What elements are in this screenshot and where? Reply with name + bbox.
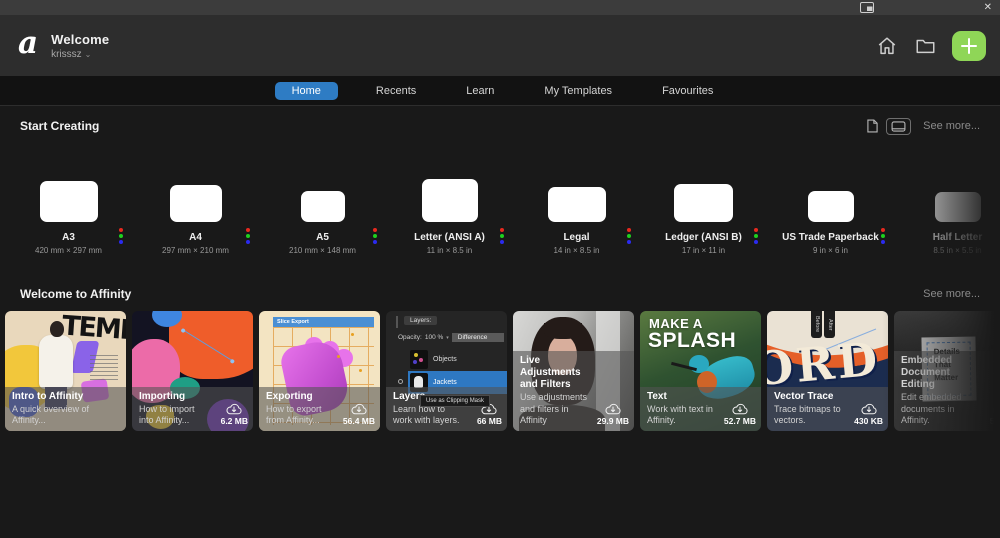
- card-vector-trace[interactable]: ORD Before After Vector Trace Trace bitm…: [767, 311, 888, 431]
- rgb-profile-dots: [881, 228, 885, 244]
- preset-a5[interactable]: A5 210 mm × 148 mm: [259, 166, 386, 270]
- layers-panel-label: Layers:: [404, 316, 437, 325]
- preset-a4[interactable]: A4 297 mm × 210 mm: [132, 166, 259, 270]
- after-tab: After: [824, 311, 835, 338]
- poster-headline: TEMP: [61, 311, 126, 347]
- welcome-header: Welcome to Affinity See more...: [20, 284, 980, 304]
- preset-thumbnail: [548, 187, 606, 222]
- preset-thumbnail: [301, 191, 345, 222]
- card-live-adjustments[interactable]: Live Adjustments and Filters Use adjustm…: [513, 311, 634, 431]
- preset-legal[interactable]: Legal 14 in × 8.5 in: [513, 166, 640, 270]
- preset-thumbnail: [40, 181, 98, 222]
- titlebar: ✕: [0, 0, 1000, 15]
- preset-thumbnail: [422, 179, 478, 222]
- slice-export-bar: Slice Export: [273, 317, 374, 327]
- download-badge[interactable]: 6.2 MB: [221, 402, 248, 426]
- preset-half-letter[interactable]: Half Letter 8.5 in × 5.5 in: [894, 166, 1000, 270]
- download-badge[interactable]: 5 MB: [990, 402, 1000, 426]
- page-title: Welcome: [51, 32, 109, 47]
- rgb-profile-dots: [246, 228, 250, 244]
- card-intro-to-affinity[interactable]: TEMP Intro to Affinity A quick overview …: [5, 311, 126, 431]
- download-badge[interactable]: 29.9 MB: [597, 402, 629, 426]
- start-creating-header: Start Creating See more...: [20, 116, 980, 136]
- presets-row: A3 420 mm × 297 mm A4 297 mm × 210 mm A5…: [0, 136, 1000, 270]
- tab-learn[interactable]: Learn: [454, 82, 506, 100]
- tab-my-templates[interactable]: My Templates: [532, 82, 624, 100]
- welcome-see-more[interactable]: See more...: [923, 288, 980, 300]
- chevron-down-icon: ⌄: [85, 50, 92, 59]
- preset-letter-ansi-a[interactable]: Letter (ANSI A) 11 in × 8.5 in: [386, 166, 513, 270]
- folder-icon[interactable]: [914, 35, 936, 57]
- pip-icon[interactable]: [860, 2, 874, 13]
- affinity-logo: a: [18, 25, 38, 61]
- card-embedded-document-editing[interactable]: Details That Matter Embedded Document Ed…: [894, 311, 1000, 431]
- rgb-profile-dots: [627, 228, 631, 244]
- preset-thumbnail: [808, 191, 854, 222]
- download-badge[interactable]: 52.7 MB: [724, 402, 756, 426]
- preset-thumbnail: [170, 185, 222, 222]
- rgb-profile-dots: [119, 228, 123, 244]
- close-icon[interactable]: ✕: [984, 0, 992, 15]
- username: krisssz: [51, 49, 82, 60]
- rgb-profile-dots: [373, 228, 377, 244]
- section-title: Start Creating: [20, 119, 99, 133]
- tutorial-cards-row: TEMP Intro to Affinity A quick overview …: [0, 311, 1000, 437]
- app-header: a Welcome krisssz⌄: [0, 15, 1000, 76]
- section-title: Welcome to Affinity: [20, 287, 131, 301]
- preset-a3[interactable]: A3 420 mm × 297 mm: [5, 166, 132, 270]
- preset-thumbnail: [674, 184, 733, 222]
- preset-us-trade-paperback[interactable]: US Trade Paperback 9 in × 6 in: [767, 166, 894, 270]
- rgb-profile-dots: [754, 228, 758, 244]
- download-badge[interactable]: 56.4 MB: [343, 402, 375, 426]
- tab-recents[interactable]: Recents: [364, 82, 428, 100]
- card-importing[interactable]: Importing How to import into Affinity...…: [132, 311, 253, 431]
- card-layers[interactable]: Layers: Opacity: 100 % ▾ Difference Obje…: [386, 311, 507, 431]
- card-exporting[interactable]: Slice Export Exporting How to export fro…: [259, 311, 380, 431]
- before-tab: Before: [811, 311, 822, 338]
- samples-view-toggle[interactable]: [886, 118, 911, 135]
- splash-headline-2: SPLASH: [648, 329, 736, 353]
- context-menu-item: Use as Clipping Mask: [420, 395, 490, 407]
- download-badge[interactable]: 430 KB: [854, 402, 883, 426]
- start-creating-see-more[interactable]: See more...: [923, 120, 980, 132]
- preset-thumbnail: [935, 192, 981, 222]
- tab-favourites[interactable]: Favourites: [650, 82, 725, 100]
- tab-bar: Home Recents Learn My Templates Favourit…: [0, 76, 1000, 106]
- document-view-icon[interactable]: [867, 119, 881, 134]
- new-document-button[interactable]: [952, 31, 986, 61]
- account-dropdown[interactable]: krisssz⌄: [51, 49, 109, 60]
- card-text[interactable]: MAKE A SPLASH Text Work with text in Aff…: [640, 311, 761, 431]
- home-icon[interactable]: [876, 35, 898, 57]
- preset-ledger-ansi-b[interactable]: Ledger (ANSI B) 17 in × 11 in: [640, 166, 767, 270]
- rgb-profile-dots: [500, 228, 504, 244]
- tab-home[interactable]: Home: [275, 82, 338, 100]
